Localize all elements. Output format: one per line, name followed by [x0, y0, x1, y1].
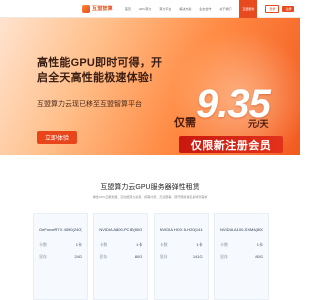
price-unit: 元/天	[248, 119, 269, 129]
gpu-card[interactable]: GeForceRTX 4090(24G) 卡数 1卡 显存 24G	[33, 213, 88, 300]
nav-item-solutions[interactable]: 解决方案	[179, 7, 191, 11]
gpu-card-list: GeForceRTX 4090(24G) 卡数 1卡 显存 24G NVIDIA…	[33, 213, 269, 300]
spec-row-cards: 卡数 1卡	[160, 242, 203, 248]
gpu-card[interactable]: NVIDIA A800-PCIE(80G) 卡数 1卡 显存 80G	[93, 213, 149, 300]
logo[interactable]: 互盟智算	[82, 0, 113, 18]
spec-value: 80G	[255, 254, 263, 259]
hero-subtitle: 互盟算力云现已移至互盟智算平台	[37, 101, 142, 108]
spec-label: 卡数	[39, 242, 47, 247]
price-prefix: 仅需	[174, 117, 196, 129]
auth-buttons: 登录 注册	[265, 4, 295, 13]
spec-label: 显存	[39, 254, 47, 259]
spec-value: 141G	[192, 254, 203, 259]
nav-item-ecosystem[interactable]: 生态合作	[199, 7, 211, 11]
spec-label: 显存	[159, 254, 168, 259]
spec-row-cards: 卡数 1卡	[220, 242, 263, 248]
gpu-card[interactable]: NVIDIA HGX 8-H20(141G) 卡数 1卡 显存 141G	[153, 213, 209, 300]
spec-row-memory: 显存 80G	[99, 254, 142, 260]
spec-value: 1卡	[136, 242, 143, 247]
gpu-card-title: NVIDIA HGX 8-H20(141G)	[159, 227, 203, 232]
spec-value: 80G	[134, 254, 143, 259]
hero-title: 高性能GPU即时可得，开启全天高性能极速体验!	[37, 57, 163, 84]
try-now-button[interactable]: 立即体验	[37, 131, 77, 144]
spec-label: 显存	[219, 254, 228, 259]
top-nav-bar: 互盟智算 首页 GPU算力 算力平台 解决方案 生态合作 关于我们 互盟服务 登…	[0, 0, 300, 18]
spec-label: 卡数	[159, 242, 168, 247]
promo-badge: 仅限新注册会员	[179, 136, 283, 153]
nav-item-platform[interactable]: 算力平台	[159, 7, 171, 11]
spec-label: 卡数	[99, 242, 108, 247]
spec-label: 卡数	[219, 242, 228, 247]
nav-item-gpu[interactable]: GPU算力	[139, 7, 152, 11]
register-button[interactable]: 注册	[282, 5, 295, 12]
spec-label: 显存	[99, 254, 108, 259]
spec-row-cards: 卡数 1卡	[39, 242, 82, 248]
spec-row-memory: 显存 141G	[160, 254, 203, 260]
spec-row-memory: 显存 80G	[220, 254, 263, 260]
section-title: 互盟算力云GPU服务器弹性租赁	[100, 184, 200, 191]
gpu-card[interactable]: NVIDIA A100-SXM4(80G) 卡数 1卡 显存 80G	[213, 213, 269, 300]
nav-item-home[interactable]: 首页	[125, 7, 131, 11]
logo-text: 互盟智算	[92, 6, 113, 12]
nav-item-about[interactable]: 关于我们	[219, 7, 231, 11]
gpu-card-title: GeForceRTX 4090(24G)	[39, 227, 82, 232]
spec-row-cards: 卡数 1卡	[99, 242, 142, 248]
section-subtitle: 弹性GPU云服务器，高性能算力资源，按需付费，灵活部署，即开即用满足多场景需求	[92, 195, 208, 199]
spec-value: 24G	[74, 254, 82, 259]
price-block: 仅需 9.35 元/天	[174, 74, 286, 134]
spec-value: 1卡	[75, 242, 82, 247]
main-nav: 首页 GPU算力 算力平台 解决方案 生态合作 关于我们 互盟服务	[121, 0, 262, 18]
spec-row-memory: 显存 24G	[39, 254, 82, 260]
hero-banner: 高性能GPU即时可得，开启全天高性能极速体验! 互盟算力云现已移至互盟智算平台 …	[0, 18, 300, 155]
login-button[interactable]: 登录	[265, 4, 280, 13]
gpu-card-title: NVIDIA A100-SXM4(80G)	[219, 227, 263, 232]
logo-mark-icon	[82, 4, 90, 13]
spec-value: 1卡	[256, 242, 263, 247]
gpu-card-title: NVIDIA A800-PCIE(80G)	[99, 227, 143, 232]
nav-item-service[interactable]: 互盟服务	[239, 0, 258, 18]
spec-value: 1卡	[196, 242, 203, 247]
